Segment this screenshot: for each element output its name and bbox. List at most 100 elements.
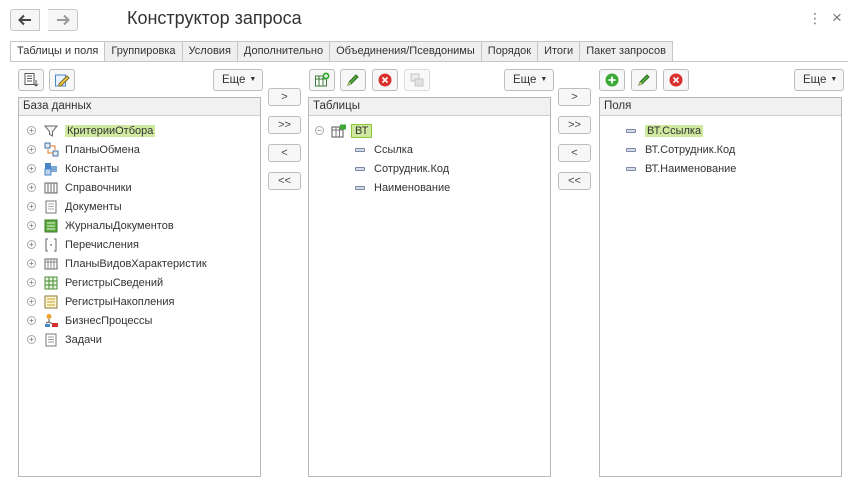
- add-all-tables-transfer-button[interactable]: >>: [268, 116, 301, 134]
- expand-icon[interactable]: +: [27, 126, 36, 135]
- edit-table-button[interactable]: [340, 69, 366, 91]
- tables-more-button[interactable]: Еще ▼: [504, 69, 555, 91]
- delete-icon: [378, 73, 392, 87]
- tree-item-document-journals[interactable]: + ЖурналыДокументов: [27, 216, 174, 235]
- tree-item-info-registers[interactable]: + РегистрыСведений: [27, 273, 163, 292]
- fields-header: Поля: [600, 98, 841, 116]
- expand-icon[interactable]: +: [27, 297, 36, 306]
- close-icon[interactable]: ×: [832, 8, 842, 28]
- expand-icon[interactable]: +: [27, 278, 36, 287]
- info-registers-icon: [43, 275, 59, 291]
- more-vert-icon[interactable]: ⋮: [808, 10, 822, 27]
- tree-item-constants[interactable]: + Константы: [27, 159, 119, 178]
- tree-item-tasks[interactable]: + Задачи: [27, 330, 102, 349]
- field-icon: [355, 147, 365, 152]
- add-field-button[interactable]: [599, 69, 625, 91]
- database-more-button[interactable]: Еще ▼: [213, 69, 264, 91]
- tab-tables-and-fields[interactable]: Таблицы и поля: [10, 41, 106, 62]
- remove-field-transfer-button[interactable]: <: [558, 144, 591, 162]
- expand-icon[interactable]: +: [27, 259, 36, 268]
- expand-icon[interactable]: +: [27, 183, 36, 192]
- field-icon: [626, 166, 636, 171]
- tasks-icon: [43, 332, 59, 348]
- tab-totals[interactable]: Итоги: [538, 41, 581, 62]
- pencil-icon: [638, 74, 650, 86]
- expand-icon[interactable]: +: [27, 164, 36, 173]
- table-item-vt[interactable]: − ВТ: [315, 121, 373, 140]
- database-header: База данных: [19, 98, 260, 116]
- constants-icon: [43, 161, 59, 177]
- tab-conditions[interactable]: Условия: [182, 41, 238, 62]
- business-processes-icon: [43, 313, 59, 329]
- add-all-fields-transfer-button[interactable]: >>: [558, 116, 591, 134]
- expand-icon[interactable]: +: [27, 221, 36, 230]
- collapse-icon[interactable]: −: [315, 126, 324, 135]
- field-icon: [355, 185, 365, 190]
- expand-icon[interactable]: +: [27, 316, 36, 325]
- add-icon: [605, 73, 619, 87]
- tab-bar: Таблицы и поля Группировка Условия Допол…: [10, 41, 673, 62]
- catalogs-icon: [43, 180, 59, 196]
- tables-panel[interactable]: Таблицы − ВТ Ссылка Сотрудник.Код Наимен…: [308, 97, 551, 477]
- remove-all-tables-transfer-button[interactable]: <<: [268, 172, 301, 190]
- expand-icon[interactable]: +: [27, 202, 36, 211]
- forward-arrow-icon: [56, 14, 70, 26]
- expand-icon[interactable]: +: [27, 240, 36, 249]
- tab-additional[interactable]: Дополнительно: [237, 41, 331, 62]
- documents-icon: [43, 199, 59, 215]
- tree-item-catalogs[interactable]: + Справочники: [27, 178, 132, 197]
- database-panel[interactable]: База данных + КритерииОтбора + ПланыОбме…: [18, 97, 261, 477]
- remove-table-transfer-button[interactable]: <: [268, 144, 301, 162]
- list-view-icon: [24, 73, 39, 87]
- selected-field-vt-ref[interactable]: ВТ.Ссылка: [626, 121, 704, 140]
- page-title: Конструктор запроса: [127, 8, 302, 28]
- tree-item-documents[interactable]: + Документы: [27, 197, 122, 216]
- fields-more-button[interactable]: Еще ▼: [794, 69, 845, 91]
- remove-all-fields-transfer-button[interactable]: <<: [558, 172, 591, 190]
- tree-item-exchange-plans[interactable]: + ПланыОбмена: [27, 140, 140, 159]
- table-field-ref[interactable]: Ссылка: [355, 140, 413, 159]
- tree-item-filter-criteria[interactable]: + КритерииОтбора: [27, 121, 156, 140]
- delete-table-button[interactable]: [372, 69, 398, 91]
- add-table-button[interactable]: [309, 69, 335, 91]
- edit-query-icon: [55, 74, 70, 87]
- fields-panel[interactable]: Поля ВТ.Ссылка ВТ.Сотрудник.Код ВТ.Наиме…: [599, 97, 842, 477]
- expand-icon[interactable]: +: [27, 335, 36, 344]
- delete-field-button[interactable]: [663, 69, 689, 91]
- tree-item-enumerations[interactable]: + Перечисления: [27, 235, 139, 254]
- field-icon: [626, 128, 636, 133]
- tab-order[interactable]: Порядок: [481, 41, 539, 62]
- tab-query-batch[interactable]: Пакет запросов: [580, 41, 673, 62]
- delete-icon: [669, 73, 683, 87]
- temp-table-icon: [331, 123, 347, 139]
- tree-item-accumulation-registers[interactable]: + РегистрыНакопления: [27, 292, 174, 311]
- characteristic-plans-icon: [43, 256, 59, 272]
- expand-icon[interactable]: +: [27, 145, 36, 154]
- pencil-icon: [347, 74, 359, 86]
- replace-table-icon: [410, 73, 424, 87]
- add-field-transfer-button[interactable]: >: [558, 88, 591, 106]
- replace-table-button[interactable]: [404, 69, 430, 91]
- back-button[interactable]: [10, 9, 40, 31]
- edit-field-button[interactable]: [631, 69, 657, 91]
- tables-header: Таблицы: [309, 98, 550, 116]
- selected-field-vt-employee-code[interactable]: ВТ.Сотрудник.Код: [626, 140, 735, 159]
- exchange-plan-icon: [43, 142, 59, 158]
- query-wizard-button[interactable]: [49, 69, 75, 91]
- table-field-name[interactable]: Наименование: [355, 178, 450, 197]
- enumerations-icon: [43, 237, 59, 253]
- accumulation-registers-icon: [43, 294, 59, 310]
- tree-item-characteristic-plans[interactable]: + ПланыВидовХарактеристик: [27, 254, 207, 273]
- document-journals-icon: [43, 218, 59, 234]
- tab-grouping[interactable]: Группировка: [105, 41, 183, 62]
- tab-unions-aliases[interactable]: Объединения/Псевдонимы: [330, 41, 482, 62]
- chevron-down-icon: ▼: [540, 76, 548, 83]
- add-table-transfer-button[interactable]: >: [268, 88, 301, 106]
- field-icon: [626, 147, 636, 152]
- forward-button[interactable]: [48, 9, 78, 31]
- back-arrow-icon: [18, 14, 31, 26]
- table-field-employee-code[interactable]: Сотрудник.Код: [355, 159, 449, 178]
- selected-field-vt-name[interactable]: ВТ.Наименование: [626, 159, 736, 178]
- tree-item-business-processes[interactable]: + БизнесПроцессы: [27, 311, 152, 330]
- list-view-button[interactable]: [18, 69, 44, 91]
